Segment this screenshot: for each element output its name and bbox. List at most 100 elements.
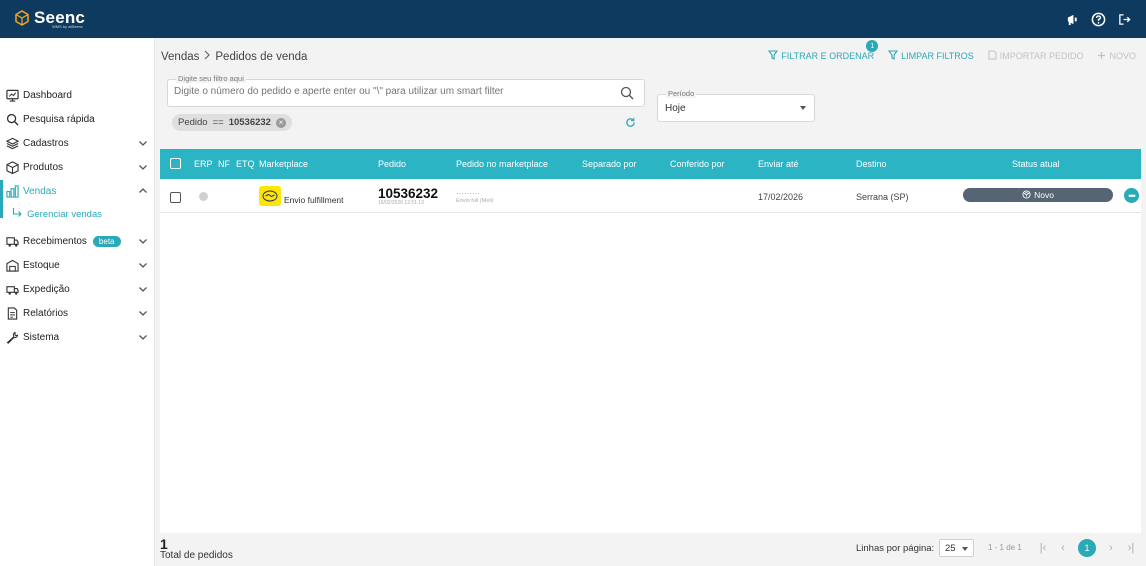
erp-status-icon xyxy=(199,192,208,201)
sidebar-item-label: Expedição xyxy=(23,283,70,295)
breadcrumb-root[interactable]: Vendas xyxy=(161,51,199,63)
clear-filters-button[interactable]: LIMPAR FILTROS xyxy=(888,50,974,62)
marketplace-name: Envio fulfillment xyxy=(284,195,344,205)
period-select[interactable]: Período Hoje xyxy=(657,89,815,122)
help-icon[interactable] xyxy=(1090,11,1106,27)
chevron-down-icon xyxy=(138,332,148,345)
marketplace-order-number: ········· xyxy=(456,189,480,198)
chevron-down-icon xyxy=(138,260,148,273)
document-icon xyxy=(988,50,997,62)
column-header-pedido[interactable]: Pedido xyxy=(378,159,406,169)
toolbar: FILTRAR E ORDENAR 1 LIMPAR FILTROS IMPOR… xyxy=(768,40,1136,62)
row-checkbox[interactable] xyxy=(170,192,181,203)
orders-table: ERP NF ETQ Marketplace Pedido Pedido no … xyxy=(160,149,1141,533)
box-icon xyxy=(1022,189,1031,201)
column-header-etq[interactable]: ETQ xyxy=(236,159,255,169)
current-page-button[interactable]: 1 xyxy=(1078,539,1096,557)
sidebar-item-quick-search[interactable]: Pesquisa rápida xyxy=(0,109,155,129)
status-badge[interactable]: Novo xyxy=(963,188,1113,202)
period-label: Período xyxy=(666,89,697,98)
table-row[interactable]: Envio fulfillment 10536232 16/02/2026 12… xyxy=(160,180,1141,213)
column-header-separado-por[interactable]: Separado por xyxy=(582,159,637,169)
column-header-enviar-ate[interactable]: Enviar até xyxy=(758,159,799,169)
sidebar: Dashboard Pesquisa rápida Cadastros Prod… xyxy=(0,38,155,566)
filter-sort-label: FILTRAR E ORDENAR xyxy=(781,51,875,61)
status-label: Novo xyxy=(1034,190,1054,200)
app-tagline: WMS by atSeenc xyxy=(52,24,83,29)
sidebar-item-label: Vendas xyxy=(23,185,57,197)
sidebar-item-dashboard[interactable]: Dashboard xyxy=(0,85,155,105)
first-page-icon[interactable]: |‹ xyxy=(1038,542,1048,554)
filter-operator: == xyxy=(212,117,224,128)
sidebar-item-produtos[interactable]: Produtos xyxy=(0,157,155,177)
clear-filters-label: LIMPAR FILTROS xyxy=(901,51,974,61)
total-label: Total de pedidos xyxy=(160,550,233,561)
sidebar-item-label: Estoque xyxy=(23,259,60,271)
caret-down-icon xyxy=(962,547,968,551)
select-all-checkbox[interactable] xyxy=(170,158,181,169)
sidebar-item-label: Cadastros xyxy=(23,137,69,149)
order-number[interactable]: 10536232 xyxy=(378,186,438,201)
filter-value: 10536232 xyxy=(228,117,271,128)
megaphone-icon[interactable] xyxy=(1064,11,1080,27)
last-page-icon[interactable]: ›| xyxy=(1126,542,1136,554)
next-page-icon[interactable]: › xyxy=(1106,542,1116,554)
breadcrumb: Vendas Pedidos de venda xyxy=(161,50,307,63)
warehouse-icon xyxy=(5,258,19,272)
remove-filter-icon[interactable]: × xyxy=(275,117,286,128)
sub-arrow-icon xyxy=(12,208,23,221)
search-icon xyxy=(5,112,19,126)
sidebar-item-expedicao[interactable]: Expedição xyxy=(0,279,155,299)
sidebar-item-vendas[interactable]: Vendas xyxy=(0,181,155,201)
order-timestamp: 16/02/2026 12:51:13 xyxy=(378,200,424,206)
sidebar-item-estoque[interactable]: Estoque xyxy=(0,255,155,275)
search-label: Digite seu filtro aqui xyxy=(176,74,246,83)
import-order-label: IMPORTAR PEDIDO xyxy=(999,51,1084,61)
marketplace-order-type: Envio full (Meli) xyxy=(456,198,494,204)
chevron-down-icon xyxy=(138,284,148,297)
column-header-status[interactable]: Status atual xyxy=(1012,159,1060,169)
search-input[interactable] xyxy=(174,86,604,97)
filter-count-badge: 1 xyxy=(866,40,879,52)
logout-icon[interactable] xyxy=(1116,11,1132,27)
column-header-pedido-marketplace[interactable]: Pedido no marketplace xyxy=(456,159,548,169)
pagination: |‹ ‹ 1 › ›| xyxy=(1038,539,1136,557)
sidebar-item-label: Recebimentos xyxy=(23,235,87,247)
column-header-marketplace[interactable]: Marketplace xyxy=(259,159,308,169)
sidebar-subitem-label: Gerenciar vendas xyxy=(27,209,102,220)
new-order-button[interactable]: NOVO xyxy=(1097,50,1136,62)
sales-icon xyxy=(5,184,19,198)
sidebar-item-recebimentos[interactable]: Recebimentos beta xyxy=(0,231,155,251)
period-value: Hoje xyxy=(665,103,686,114)
sidebar-item-label: Sistema xyxy=(23,331,60,343)
beta-badge: beta xyxy=(92,235,121,247)
filter-clear-icon xyxy=(888,50,899,62)
main-content: Vendas Pedidos de venda FILTRAR E ORDENA… xyxy=(155,38,1146,566)
column-header-erp[interactable]: ERP xyxy=(194,159,213,169)
sidebar-item-label: Relatórios xyxy=(23,307,69,319)
refresh-icon[interactable] xyxy=(625,117,636,131)
more-options-icon[interactable]: ••• xyxy=(1124,188,1139,203)
box-icon xyxy=(5,160,19,174)
layers-icon xyxy=(5,136,19,150)
sidebar-item-label: Dashboard xyxy=(23,89,72,101)
column-header-conferido-por[interactable]: Conferido por xyxy=(670,159,725,169)
search-field[interactable]: Digite seu filtro aqui xyxy=(167,74,645,107)
filter-sort-button[interactable]: FILTRAR E ORDENAR 1 xyxy=(768,40,879,62)
caret-down-icon xyxy=(800,106,806,110)
sidebar-item-sistema[interactable]: Sistema xyxy=(0,327,155,347)
sidebar-item-relatorios[interactable]: Relatórios xyxy=(0,303,155,323)
prev-page-icon[interactable]: ‹ xyxy=(1058,542,1068,554)
chevron-right-icon xyxy=(203,50,211,63)
column-header-destino[interactable]: Destino xyxy=(856,159,887,169)
column-header-nf[interactable]: NF xyxy=(218,159,230,169)
rows-per-page-select[interactable]: 25 xyxy=(939,539,974,557)
table-footer: 1 Total de pedidos Linhas por página: 25… xyxy=(155,533,1146,566)
app-logo[interactable]: Seenc WMS by atSeenc xyxy=(14,9,85,29)
sidebar-subitem-gerenciar-vendas[interactable]: Gerenciar vendas xyxy=(12,208,102,221)
import-order-button[interactable]: IMPORTAR PEDIDO xyxy=(988,50,1084,62)
search-icon[interactable] xyxy=(620,86,634,103)
sidebar-item-cadastros[interactable]: Cadastros xyxy=(0,133,155,153)
destination: Serrana (SP) xyxy=(856,192,909,202)
marketplace-handshake-icon xyxy=(259,186,281,206)
